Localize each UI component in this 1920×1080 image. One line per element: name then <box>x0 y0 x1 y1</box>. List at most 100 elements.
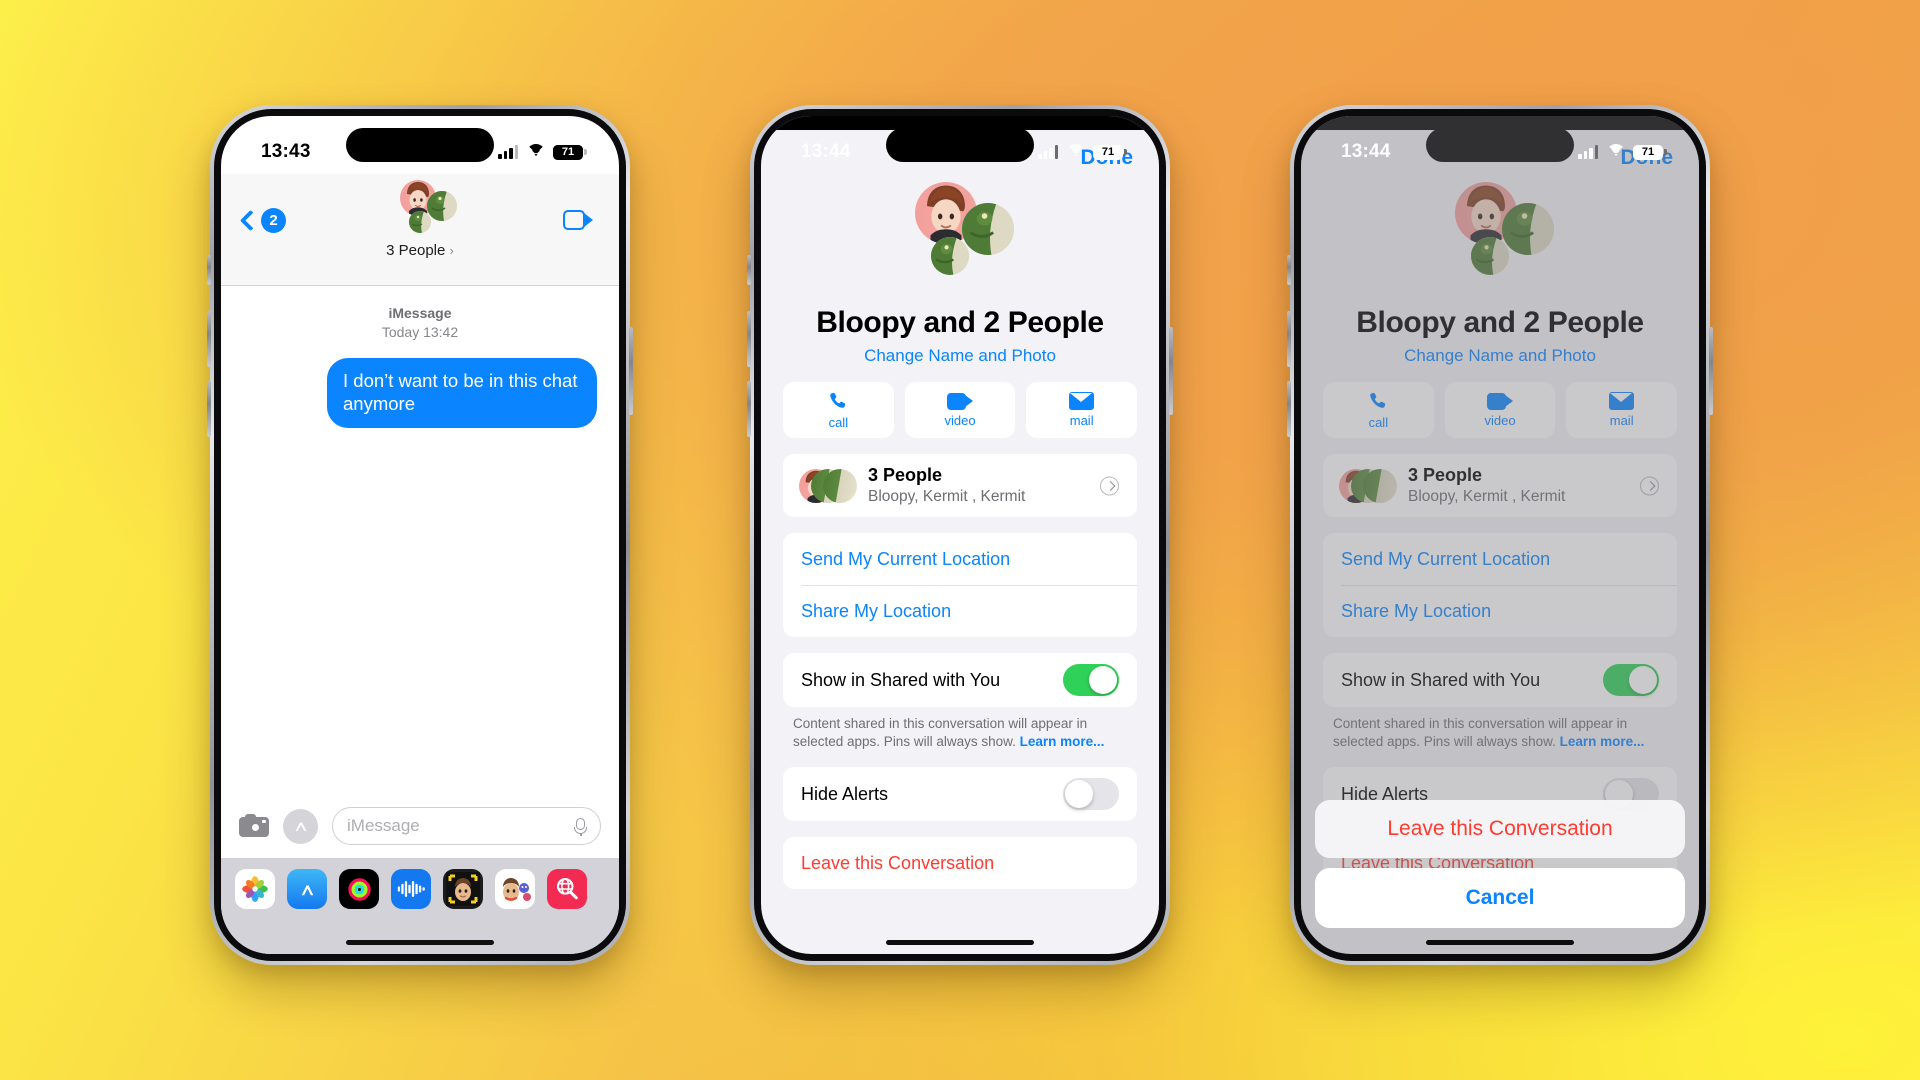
change-name-and-photo-button[interactable]: Change Name and Photo <box>761 346 1159 366</box>
screenshot-stage: 13:43 71 2 3 People › iMessage Today 13:… <box>0 0 1920 1080</box>
volume-up-button[interactable] <box>1287 311 1291 367</box>
microphone-icon[interactable] <box>574 817 587 836</box>
mute-switch[interactable] <box>207 255 211 285</box>
memoji-stickers-app-icon[interactable] <box>495 869 535 909</box>
memoji-app-icon[interactable] <box>443 869 483 909</box>
status-indicators: 71 <box>1578 144 1667 160</box>
volume-down-button[interactable] <box>207 381 211 437</box>
conversation-title-button[interactable]: 3 People › <box>383 180 457 259</box>
photos-app-icon[interactable] <box>235 869 275 909</box>
learn-more-link[interactable]: Learn more... <box>1020 734 1105 749</box>
share-my-location-button[interactable]: Share My Location <box>783 585 1137 637</box>
group-avatar-stack <box>383 180 457 240</box>
wifi-icon <box>1066 144 1085 159</box>
kermit-photo <box>962 203 1014 255</box>
video-button[interactable]: video <box>904 382 1016 438</box>
status-indicators: 71 <box>498 144 587 160</box>
home-indicator[interactable] <box>1426 940 1574 945</box>
status-time: 13:43 <box>261 141 311 162</box>
cellular-signal-icon <box>1578 145 1598 159</box>
message-input-placeholder: iMessage <box>347 816 420 835</box>
home-indicator[interactable] <box>346 940 494 945</box>
leave-this-conversation-button[interactable]: Leave this Conversation <box>783 837 1137 889</box>
show-in-shared-with-you-toggle[interactable] <box>1063 664 1119 696</box>
cellular-signal-icon <box>1038 145 1058 159</box>
details-root: 13:44 71 Bloopy and 2 People Change Name… <box>1301 116 1699 954</box>
kermit-photo <box>931 237 969 275</box>
back-button[interactable]: 2 <box>239 208 286 233</box>
app-store-app-icon[interactable] <box>287 869 327 909</box>
volume-up-button[interactable] <box>747 311 751 367</box>
avatar-kermit-2 <box>823 468 857 503</box>
people-subtitle: Bloopy, Kermit , Kermit <box>868 488 1026 505</box>
action-sheet-leave-button[interactable]: Leave this Conversation <box>1315 800 1685 858</box>
show-in-shared-with-you-row: Show in Shared with You <box>783 653 1137 707</box>
phone-screen: 13:43 71 2 3 People › iMessage Today 13:… <box>221 116 619 954</box>
quick-actions: call video mail <box>761 366 1159 438</box>
send-my-current-location-button[interactable]: Send My Current Location <box>783 533 1137 585</box>
back-chevron-icon <box>239 209 262 232</box>
message-service: iMessage <box>388 305 452 321</box>
volume-down-button[interactable] <box>747 381 751 437</box>
message-input[interactable]: iMessage <box>332 807 601 845</box>
mute-switch[interactable] <box>747 255 751 285</box>
video-icon <box>947 392 973 410</box>
volume-down-button[interactable] <box>1287 381 1291 437</box>
shared-with-you-card: Show in Shared with You <box>783 653 1137 707</box>
people-avatar-stack <box>799 468 857 503</box>
shared-with-you-footnote: Content shared in this conversation will… <box>761 707 1159 751</box>
status-bar: 13:44 71 <box>1301 116 1699 174</box>
app-store-icon[interactable] <box>283 808 318 844</box>
phone-3-details-action-sheet: 13:44 71 Bloopy and 2 People Change Name… <box>1287 105 1713 965</box>
kermit-photo <box>427 191 457 221</box>
call-label: call <box>828 415 849 430</box>
images-app-icon[interactable] <box>547 869 587 909</box>
people-row[interactable]: 3 People Bloopy, Kermit , Kermit <box>783 454 1137 517</box>
show-in-shared-with-you-label: Show in Shared with You <box>801 669 1001 690</box>
video-label: video <box>944 412 976 428</box>
volume-up-button[interactable] <box>207 311 211 367</box>
message-bubble-outgoing[interactable]: I don’t want to be in this chat anymore <box>327 357 597 429</box>
leave-conversation-card: Leave this Conversation <box>783 837 1137 890</box>
wifi-icon <box>526 144 545 159</box>
battery-icon: 71 <box>553 144 587 160</box>
fitness-app-icon[interactable] <box>339 869 379 909</box>
hide-alerts-toggle[interactable] <box>1063 778 1119 811</box>
hide-alerts-row: Hide Alerts <box>783 767 1137 821</box>
mail-icon <box>1069 392 1095 410</box>
message-thread: iMessage Today 13:42 I don’t want to be … <box>221 286 619 768</box>
conversation-nav-bar: 2 3 People › <box>221 174 619 286</box>
call-button[interactable]: call <box>783 382 894 438</box>
avatar-kermit-1 <box>962 203 1014 255</box>
status-time: 13:44 <box>801 141 851 162</box>
hide-alerts-label: Hide Alerts <box>801 783 889 804</box>
camera-icon[interactable] <box>239 814 269 837</box>
page-title: Bloopy and 2 People <box>816 306 1104 339</box>
audio-message-app-icon[interactable] <box>391 869 431 909</box>
dynamic-island <box>886 128 1034 162</box>
wifi-icon <box>1606 144 1625 159</box>
status-indicators: 71 <box>1038 144 1127 160</box>
phone-screen: 13:44 71 Bloopy and 2 People Change Name… <box>1301 116 1699 954</box>
video-call-icon[interactable] <box>563 210 593 230</box>
power-button[interactable] <box>1709 327 1713 415</box>
battery-icon: 71 <box>1633 144 1667 160</box>
mail-label: mail <box>1069 413 1094 428</box>
phone-screen: 13:44 71 Bloopy and 2 People Change Name… <box>761 116 1159 954</box>
power-button[interactable] <box>629 327 633 415</box>
mute-switch[interactable] <box>1287 255 1291 285</box>
battery-icon: 71 <box>1093 144 1127 160</box>
people-card: 3 People Bloopy, Kermit , Kermit <box>783 454 1137 517</box>
kermit-photo <box>409 211 431 233</box>
mail-button[interactable]: mail <box>1026 382 1138 438</box>
power-button[interactable] <box>1169 327 1173 415</box>
group-avatar-large[interactable] <box>885 182 1035 300</box>
message-row: I don’t want to be in this chat anymore <box>221 342 619 429</box>
message-composer: iMessage <box>221 794 619 858</box>
people-text: 3 People Bloopy, Kermit , Kermit <box>868 465 1025 506</box>
home-indicator[interactable] <box>886 940 1034 945</box>
message-timestamp: Today 13:42 <box>381 323 459 340</box>
location-card: Send My Current Location Share My Locati… <box>783 533 1137 637</box>
avatar-kermit-2 <box>409 211 431 233</box>
action-sheet-cancel-button[interactable]: Cancel <box>1315 868 1685 928</box>
